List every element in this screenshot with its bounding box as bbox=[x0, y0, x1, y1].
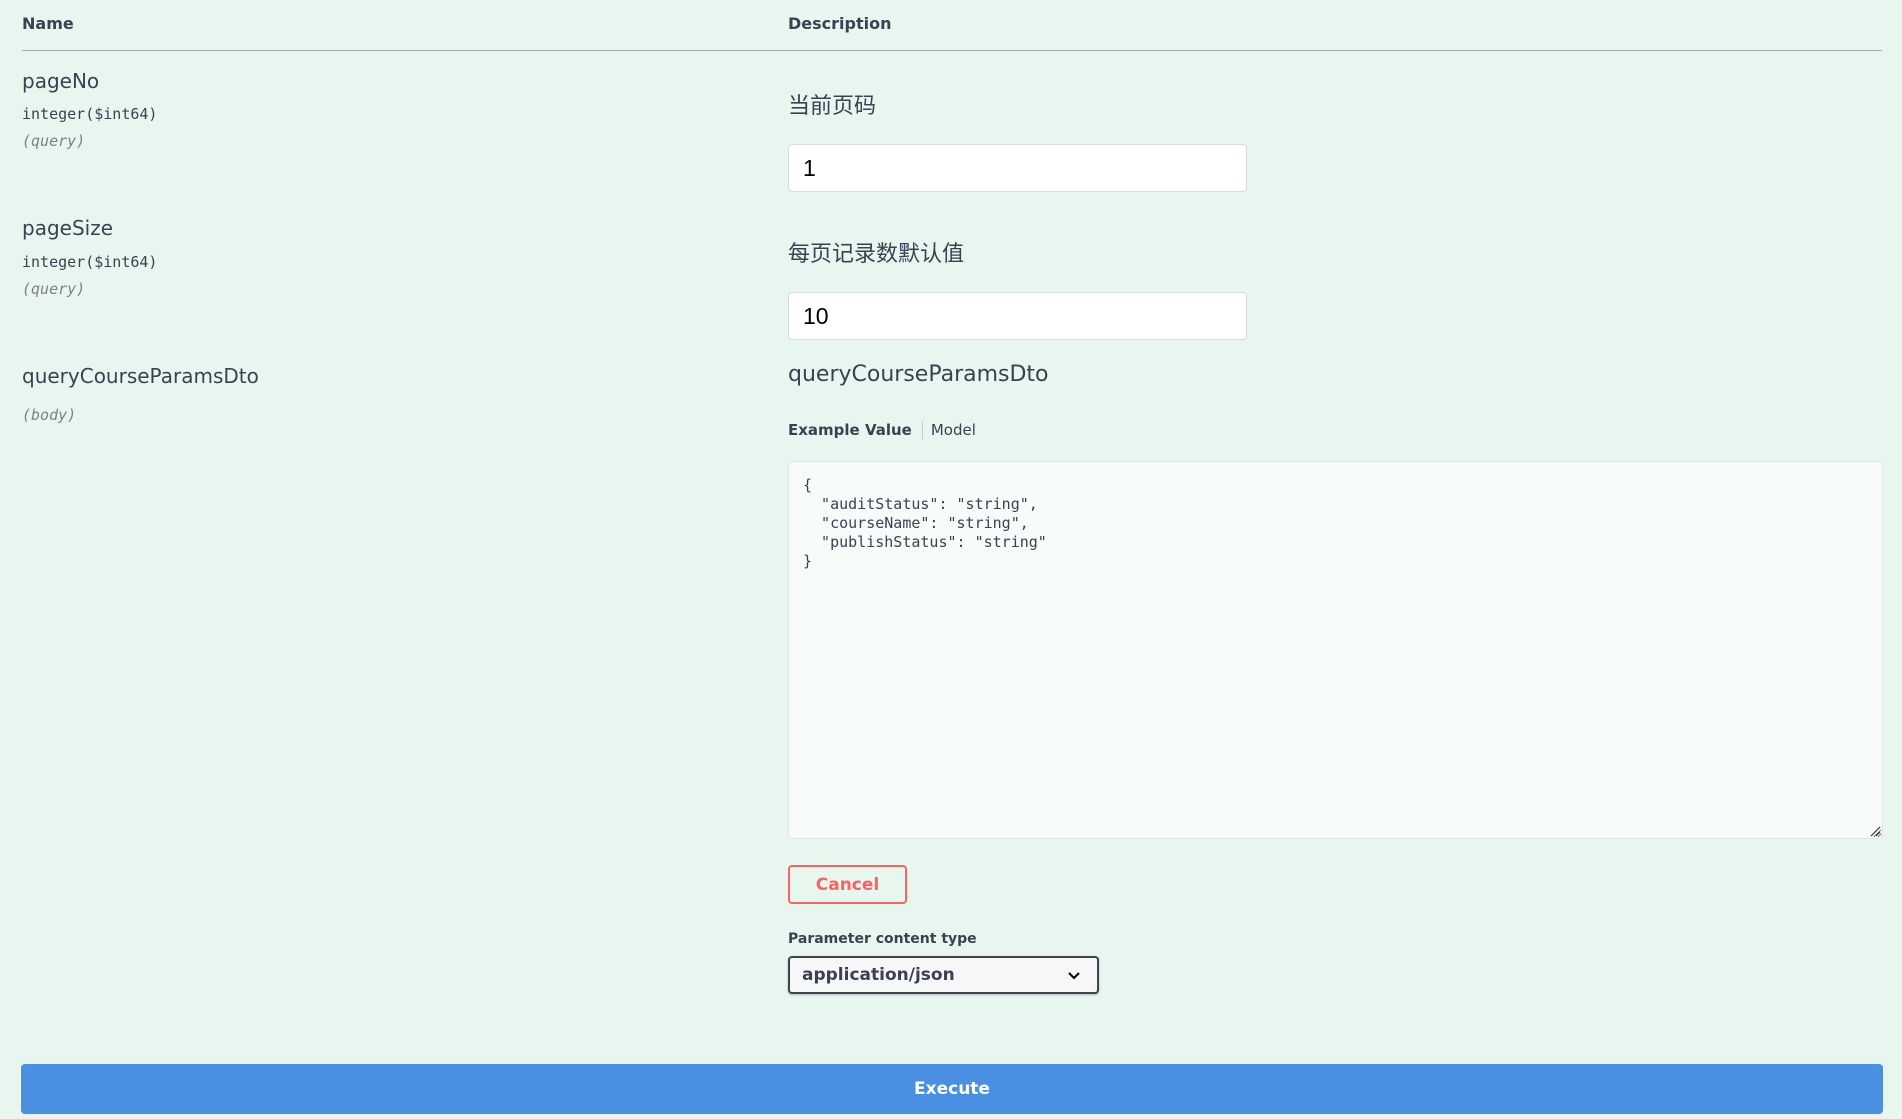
param-description-pageno: 当前页码 bbox=[788, 94, 877, 119]
param-type-pagesize: integer($int64) bbox=[22, 253, 158, 271]
param-name-pageno: pageNo bbox=[22, 69, 100, 93]
pagesize-input[interactable] bbox=[788, 292, 1247, 340]
tab-model[interactable]: Model bbox=[923, 421, 976, 439]
param-name-pagesize: pageSize bbox=[22, 216, 114, 240]
content-type-select[interactable]: application/json bbox=[788, 956, 1099, 994]
content-type-selected-value: application/json bbox=[802, 965, 955, 985]
parameters-panel: Name Description pageNo integer($int64) … bbox=[0, 0, 1902, 1119]
param-location-body: (body) bbox=[22, 406, 77, 424]
chevron-down-icon bbox=[1068, 972, 1080, 980]
cancel-button[interactable]: Cancel bbox=[788, 865, 907, 904]
param-location-pageno: (query) bbox=[22, 132, 86, 150]
param-location-pagesize: (query) bbox=[22, 280, 86, 298]
content-type-label: Parameter content type bbox=[788, 931, 977, 947]
param-description-body: queryCourseParamsDto bbox=[788, 362, 1049, 387]
param-name-body: queryCourseParamsDto bbox=[22, 364, 259, 388]
column-header-name: Name bbox=[22, 14, 74, 33]
column-header-description: Description bbox=[788, 14, 892, 33]
execute-button[interactable]: Execute bbox=[21, 1064, 1883, 1114]
param-description-pagesize: 每页记录数默认值 bbox=[788, 242, 965, 267]
resize-grip-icon[interactable] bbox=[1869, 825, 1881, 837]
pageno-input[interactable] bbox=[788, 144, 1247, 192]
param-type-pageno: integer($int64) bbox=[22, 105, 158, 123]
parameters-table-header: Name Description bbox=[22, 0, 1882, 51]
tab-example-value[interactable]: Example Value bbox=[788, 421, 923, 439]
body-json-editor[interactable]: { "auditStatus": "string", "courseName":… bbox=[788, 461, 1883, 839]
body-tabs: Example Value Model bbox=[788, 418, 976, 442]
